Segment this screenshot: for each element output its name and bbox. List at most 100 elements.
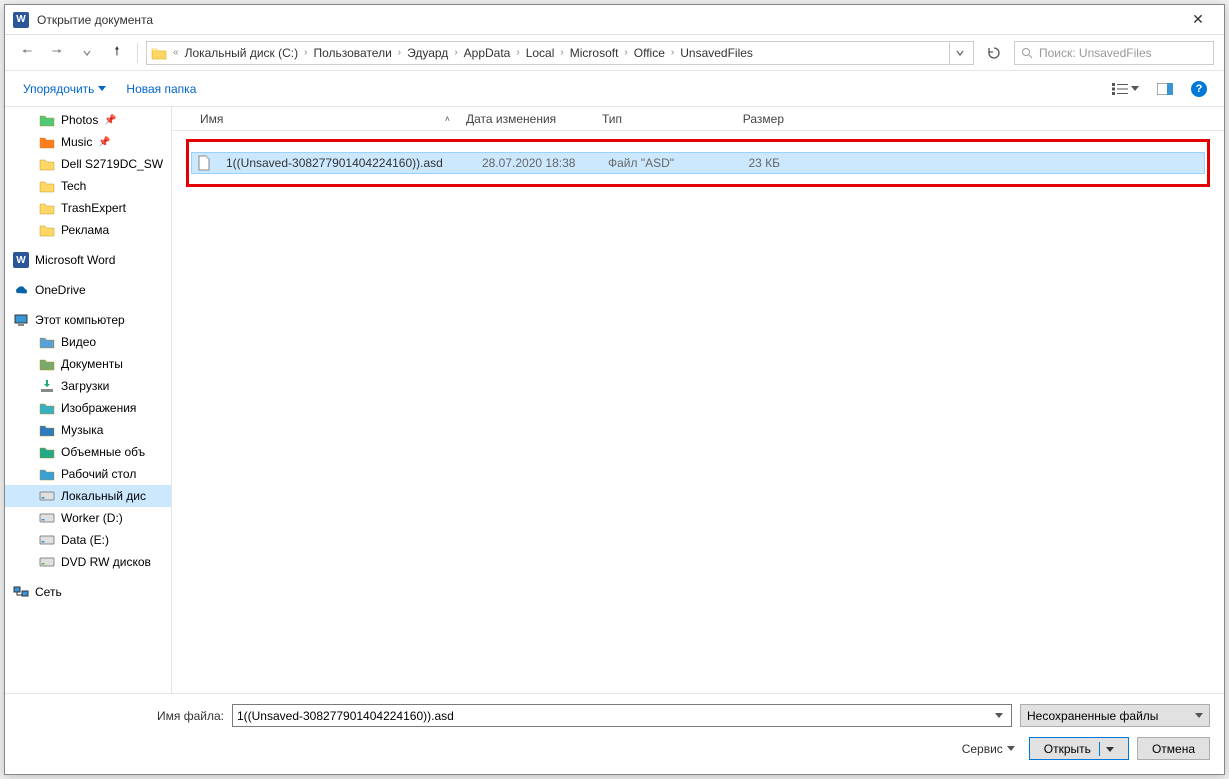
window-title: Открытие документа — [37, 13, 1180, 27]
sidebar-item[interactable]: Worker (D:) — [5, 507, 171, 529]
file-icon — [196, 155, 212, 171]
sidebar-item-label: Worker (D:) — [61, 511, 123, 525]
filename-dropdown[interactable] — [991, 705, 1007, 726]
sidebar[interactable]: Photos📌Music📌Dell S2719DC_SW Tech TrashExp… — [5, 107, 172, 693]
sidebar-item-label: Локальный дис — [61, 489, 146, 503]
crumb[interactable]: Microsoft — [566, 44, 623, 62]
sidebar-item[interactable]: Data (E:) — [5, 529, 171, 551]
column-headers: Имя˄ Дата изменения Тип Размер — [172, 107, 1224, 131]
sidebar-item[interactable]: Загрузки — [5, 375, 171, 397]
sidebar-item[interactable]: Photos📌 — [5, 109, 171, 131]
sidebar-item-label: Видео — [61, 335, 96, 349]
filename-combo[interactable] — [232, 704, 1012, 727]
open-button[interactable]: Открыть — [1029, 737, 1129, 760]
crumb[interactable]: UnsavedFiles — [676, 44, 757, 62]
chevron-right-icon: › — [514, 47, 521, 58]
word-app-icon: W — [13, 12, 29, 28]
sort-arrow-icon: ˄ — [445, 114, 450, 124]
help-button[interactable]: ? — [1184, 77, 1214, 101]
sidebar-item-label: OneDrive — [35, 283, 86, 297]
body: Photos📌Music📌Dell S2719DC_SW Tech TrashExp… — [5, 107, 1224, 693]
forward-button[interactable]: 🠖 — [45, 41, 69, 65]
chevron-down-icon — [1195, 713, 1203, 719]
sidebar-item-label: Рабочий стол — [61, 467, 136, 481]
crumb[interactable]: Local — [522, 44, 559, 62]
file-size: 23 КБ — [720, 156, 788, 170]
organize-menu[interactable]: Упорядочить — [15, 78, 114, 100]
3d-icon — [39, 444, 55, 460]
sidebar-item[interactable]: TrashExpert — [5, 197, 171, 219]
up-button[interactable]: 🠕 — [105, 41, 129, 65]
chevron-right-icon: › — [396, 47, 403, 58]
folder-icon — [39, 156, 55, 172]
search-placeholder: Поиск: UnsavedFiles — [1039, 46, 1152, 60]
sidebar-word[interactable]: WMicrosoft Word — [5, 249, 171, 271]
cancel-button[interactable]: Отмена — [1137, 737, 1210, 760]
footer: Имя файла: Несохраненные файлы Сервис От… — [5, 693, 1224, 774]
crumb[interactable]: Office — [630, 44, 669, 62]
sidebar-item[interactable]: Dell S2719DC_SW — [5, 153, 171, 175]
video-icon — [39, 334, 55, 350]
file-type-filter[interactable]: Несохраненные файлы — [1020, 704, 1210, 727]
drive-icon — [39, 532, 55, 548]
back-button[interactable]: 🠔 — [15, 41, 39, 65]
sidebar-item[interactable]: DVD RW дисков — [5, 551, 171, 573]
file-row[interactable]: 1((Unsaved-308277901404224160)).asd 28.0… — [191, 152, 1205, 174]
sidebar-item[interactable]: Объемные объ — [5, 441, 171, 463]
folder-icon — [151, 46, 167, 60]
sidebar-item[interactable]: Реклама — [5, 219, 171, 241]
sidebar-item-label: Реклама — [61, 223, 109, 237]
refresh-button[interactable] — [980, 41, 1008, 65]
file-list[interactable]: 1((Unsaved-308277901404224160)).asd 28.0… — [172, 131, 1224, 693]
breadcrumbs: « Локальный диск (C:)› Пользователи› Эду… — [171, 44, 757, 62]
column-name[interactable]: Имя˄ — [192, 112, 458, 126]
file-name: 1((Unsaved-308277901404224160)).asd — [218, 156, 474, 170]
address-bar[interactable]: « Локальный диск (C:)› Пользователи› Эду… — [146, 41, 974, 65]
filename-input[interactable] — [237, 709, 991, 723]
address-dropdown[interactable] — [949, 42, 969, 64]
crumb[interactable]: Локальный диск (C:) — [181, 44, 303, 62]
column-date[interactable]: Дата изменения — [458, 112, 594, 126]
file-type: Файл "ASD" — [600, 156, 720, 170]
folder-icon — [39, 200, 55, 216]
search-input[interactable]: Поиск: UnsavedFiles — [1014, 41, 1214, 65]
sidebar-thispc[interactable]: Этот компьютер — [5, 309, 171, 331]
separator — [137, 43, 138, 63]
docs-icon — [39, 356, 55, 372]
column-type[interactable]: Тип — [594, 112, 714, 126]
toolbar: Упорядочить Новая папка ? — [5, 71, 1224, 107]
sidebar-item[interactable]: Изображения — [5, 397, 171, 419]
file-date: 28.07.2020 18:38 — [474, 156, 600, 170]
desktop-icon — [39, 466, 55, 482]
titlebar: W Открытие документа ✕ — [5, 5, 1224, 35]
close-button[interactable]: ✕ — [1180, 5, 1216, 34]
sidebar-item[interactable]: Документы — [5, 353, 171, 375]
sidebar-item[interactable]: Рабочий стол — [5, 463, 171, 485]
open-dropdown[interactable] — [1099, 742, 1114, 756]
file-open-dialog: W Открытие документа ✕ 🠔 🠖 🠕 « Локальный… — [4, 4, 1225, 775]
view-mode-button[interactable] — [1105, 79, 1146, 99]
sidebar-onedrive[interactable]: OneDrive — [5, 279, 171, 301]
recent-dropdown[interactable] — [75, 41, 99, 65]
sidebar-item[interactable]: Tech — [5, 175, 171, 197]
pc-icon — [13, 312, 29, 328]
network-icon — [13, 584, 29, 600]
tools-menu[interactable]: Сервис — [956, 738, 1021, 760]
sidebar-item[interactable]: Music📌 — [5, 131, 171, 153]
crumb[interactable]: Пользователи — [309, 44, 395, 62]
sidebar-item-label: Photos — [61, 113, 98, 127]
new-folder-button[interactable]: Новая папка — [118, 78, 204, 100]
crumb-overflow[interactable]: « — [171, 47, 181, 58]
images-icon — [39, 400, 55, 416]
crumb[interactable]: Эдуард — [403, 44, 452, 62]
column-size[interactable]: Размер — [714, 112, 792, 126]
sidebar-item-label: Tech — [61, 179, 86, 193]
preview-pane-button[interactable] — [1150, 79, 1180, 99]
sidebar-item[interactable]: Локальный дис — [5, 485, 171, 507]
sidebar-item[interactable]: Видео — [5, 331, 171, 353]
sidebar-item[interactable]: Музыка — [5, 419, 171, 441]
chevron-right-icon: › — [622, 47, 629, 58]
sidebar-network[interactable]: Сеть — [5, 581, 171, 603]
crumb[interactable]: AppData — [460, 44, 515, 62]
sidebar-item-label: Data (E:) — [61, 533, 109, 547]
